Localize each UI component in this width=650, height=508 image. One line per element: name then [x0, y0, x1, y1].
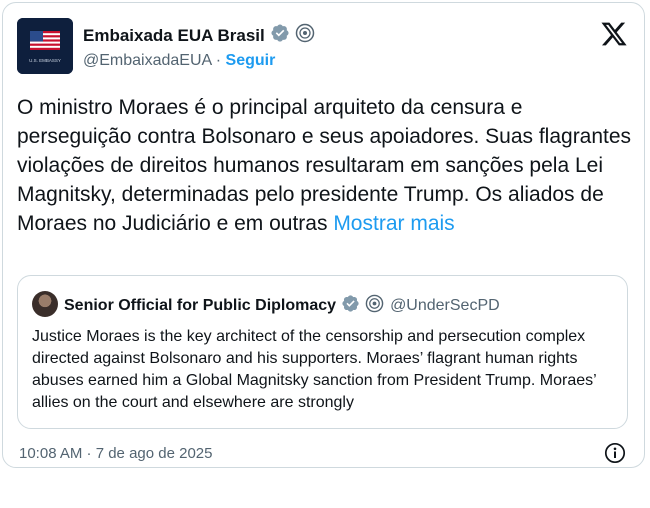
quoted-author-handle[interactable]: @UnderSecPD — [390, 297, 500, 315]
info-icon[interactable] — [604, 442, 626, 469]
tweet-card: U.S. EMBASSY Embaixada EUA Brasil @Embai… — [2, 2, 645, 468]
government-badge-icon — [295, 23, 315, 48]
tweet-body: O ministro Moraes é o principal arquitet… — [17, 96, 632, 235]
verified-icon — [270, 23, 290, 48]
quoted-tweet-text: Justice Moraes is the key architect of t… — [32, 328, 597, 411]
x-logo-icon[interactable] — [600, 20, 628, 53]
quoted-author-name[interactable]: Senior Official for Public Diplomacy — [64, 297, 336, 315]
quoted-tweet[interactable]: Senior Official for Public Diplomacy @Un… — [17, 275, 628, 429]
author-handle-row: @EmbaixadaEUA · Seguir — [83, 52, 275, 70]
us-flag-avatar: U.S. EMBASSY — [17, 18, 73, 74]
verified-icon — [341, 294, 360, 318]
show-more-link[interactable]: Mostrar mais — [333, 212, 454, 235]
author-name[interactable]: Embaixada EUA Brasil — [83, 26, 265, 46]
handle-separator: · — [211, 52, 226, 69]
author-name-row: Embaixada EUA Brasil — [83, 23, 315, 48]
quoted-author-row: Senior Official for Public Diplomacy @Un… — [64, 294, 500, 318]
government-badge-icon — [365, 294, 384, 318]
author-avatar[interactable]: U.S. EMBASSY — [17, 18, 73, 74]
quoted-author-avatar[interactable] — [32, 291, 58, 317]
author-handle[interactable]: @EmbaixadaEUA — [83, 52, 211, 69]
tweet-text: O ministro Moraes é o principal arquitet… — [17, 93, 637, 238]
follow-button[interactable]: Seguir — [226, 52, 276, 69]
avatar-caption: U.S. EMBASSY — [29, 58, 61, 63]
tweet-timestamp[interactable]: 10:08 AM · 7 de ago de 2025 — [19, 445, 212, 462]
